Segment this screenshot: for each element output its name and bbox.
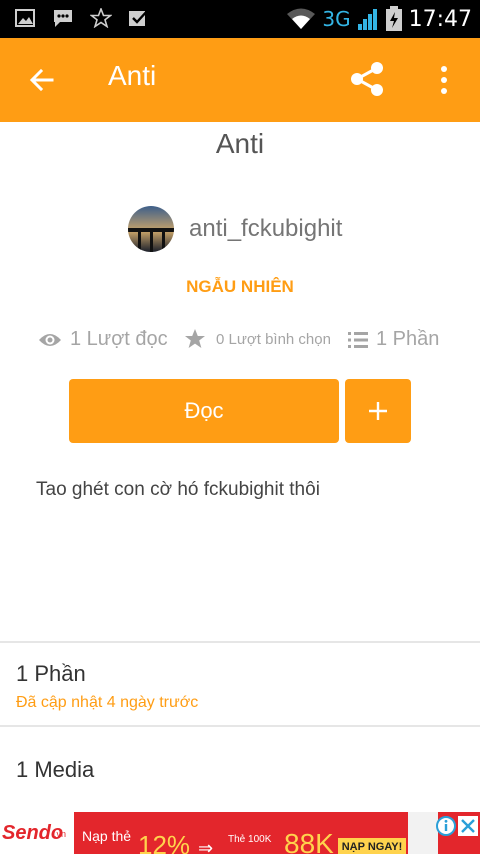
ad-brand-logo: Sendo .vn xyxy=(0,812,74,854)
parts-stat: 1 Phần xyxy=(348,328,439,351)
status-bar-notifications xyxy=(14,8,150,28)
signal-icon xyxy=(357,9,377,30)
check-icon xyxy=(129,9,149,26)
status-bar-system: 3G 17:47 xyxy=(286,4,472,34)
story-description: Tao ghét con cờ hó fckubighit thôi xyxy=(36,479,320,500)
add-to-library-button[interactable] xyxy=(345,379,411,443)
ad-text: Nạp thẻ xyxy=(82,828,132,844)
image-icon xyxy=(15,9,35,27)
votes-count: 0 Lượt bình chọn xyxy=(216,330,331,348)
media-section[interactable]: 1 Media xyxy=(0,727,480,811)
arrow-left-icon xyxy=(29,68,54,92)
list-icon xyxy=(348,331,368,348)
wifi-icon xyxy=(287,8,316,29)
category-tag[interactable]: NGẪU NHIÊN xyxy=(0,277,480,297)
eye-icon xyxy=(39,333,61,346)
votes-stat: 0 Lượt bình chọn xyxy=(184,328,331,350)
app-bar: Anti xyxy=(0,38,480,122)
more-vert-icon xyxy=(441,66,447,94)
clock: 17:47 xyxy=(408,6,472,32)
reads-stat: 1 Lượt đọc xyxy=(38,328,168,351)
ad-cta-button[interactable]: NẠP NGAY! xyxy=(338,838,406,854)
ad-card-text: Thẻ 100K xyxy=(228,834,272,845)
reads-count: 1 Lượt đọc xyxy=(70,328,168,350)
status-bar: 3G 17:47 xyxy=(0,0,480,38)
parts-section[interactable]: 1 Phần Đã cập nhật 4 ngày trước xyxy=(0,643,480,725)
screen: 3G 17:47 Anti Anti anti_fckubighit NGẪU … xyxy=(0,0,480,854)
ad-amount: 88K xyxy=(284,828,334,854)
author-name[interactable]: anti_fckubighit xyxy=(189,215,342,243)
ad-info-icon[interactable] xyxy=(436,816,456,836)
ad-close-icon[interactable] xyxy=(458,816,478,836)
network-type: 3G xyxy=(322,7,351,31)
battery-icon xyxy=(385,6,402,31)
story-title: Anti xyxy=(215,128,265,159)
ad-brand-tld: .vn xyxy=(54,829,67,839)
plus-icon xyxy=(369,402,387,420)
app-bar-title: Anti xyxy=(108,60,157,91)
parts-count: 1 Phần xyxy=(376,328,440,350)
star-outline-icon xyxy=(90,8,112,28)
avatar[interactable] xyxy=(128,206,174,252)
parts-section-title: 1 Phần xyxy=(16,661,86,686)
arrow-right-icon: ⇒ xyxy=(198,838,214,854)
story-stats: 1 Lượt đọc 0 Lượt bình chọn 1 Phần xyxy=(38,328,458,356)
ad-percent: 12% xyxy=(138,830,191,854)
ad-banner[interactable]: Sendo .vn Nạp thẻ 12% ⇒ Thẻ 100K 88K NẠP… xyxy=(0,812,480,854)
chat-icon xyxy=(54,10,72,27)
parts-section-updated: Đã cập nhật 4 ngày trước xyxy=(16,694,199,711)
more-options-button[interactable] xyxy=(424,58,464,102)
share-button[interactable] xyxy=(344,56,390,102)
ad-product-image xyxy=(408,812,438,854)
read-button[interactable]: Đọc xyxy=(69,379,339,443)
media-section-title: 1 Media xyxy=(16,757,95,782)
share-icon xyxy=(351,62,383,96)
author-link[interactable]: anti_fckubighit xyxy=(128,206,342,252)
back-button[interactable] xyxy=(22,60,62,100)
star-icon xyxy=(185,329,205,348)
